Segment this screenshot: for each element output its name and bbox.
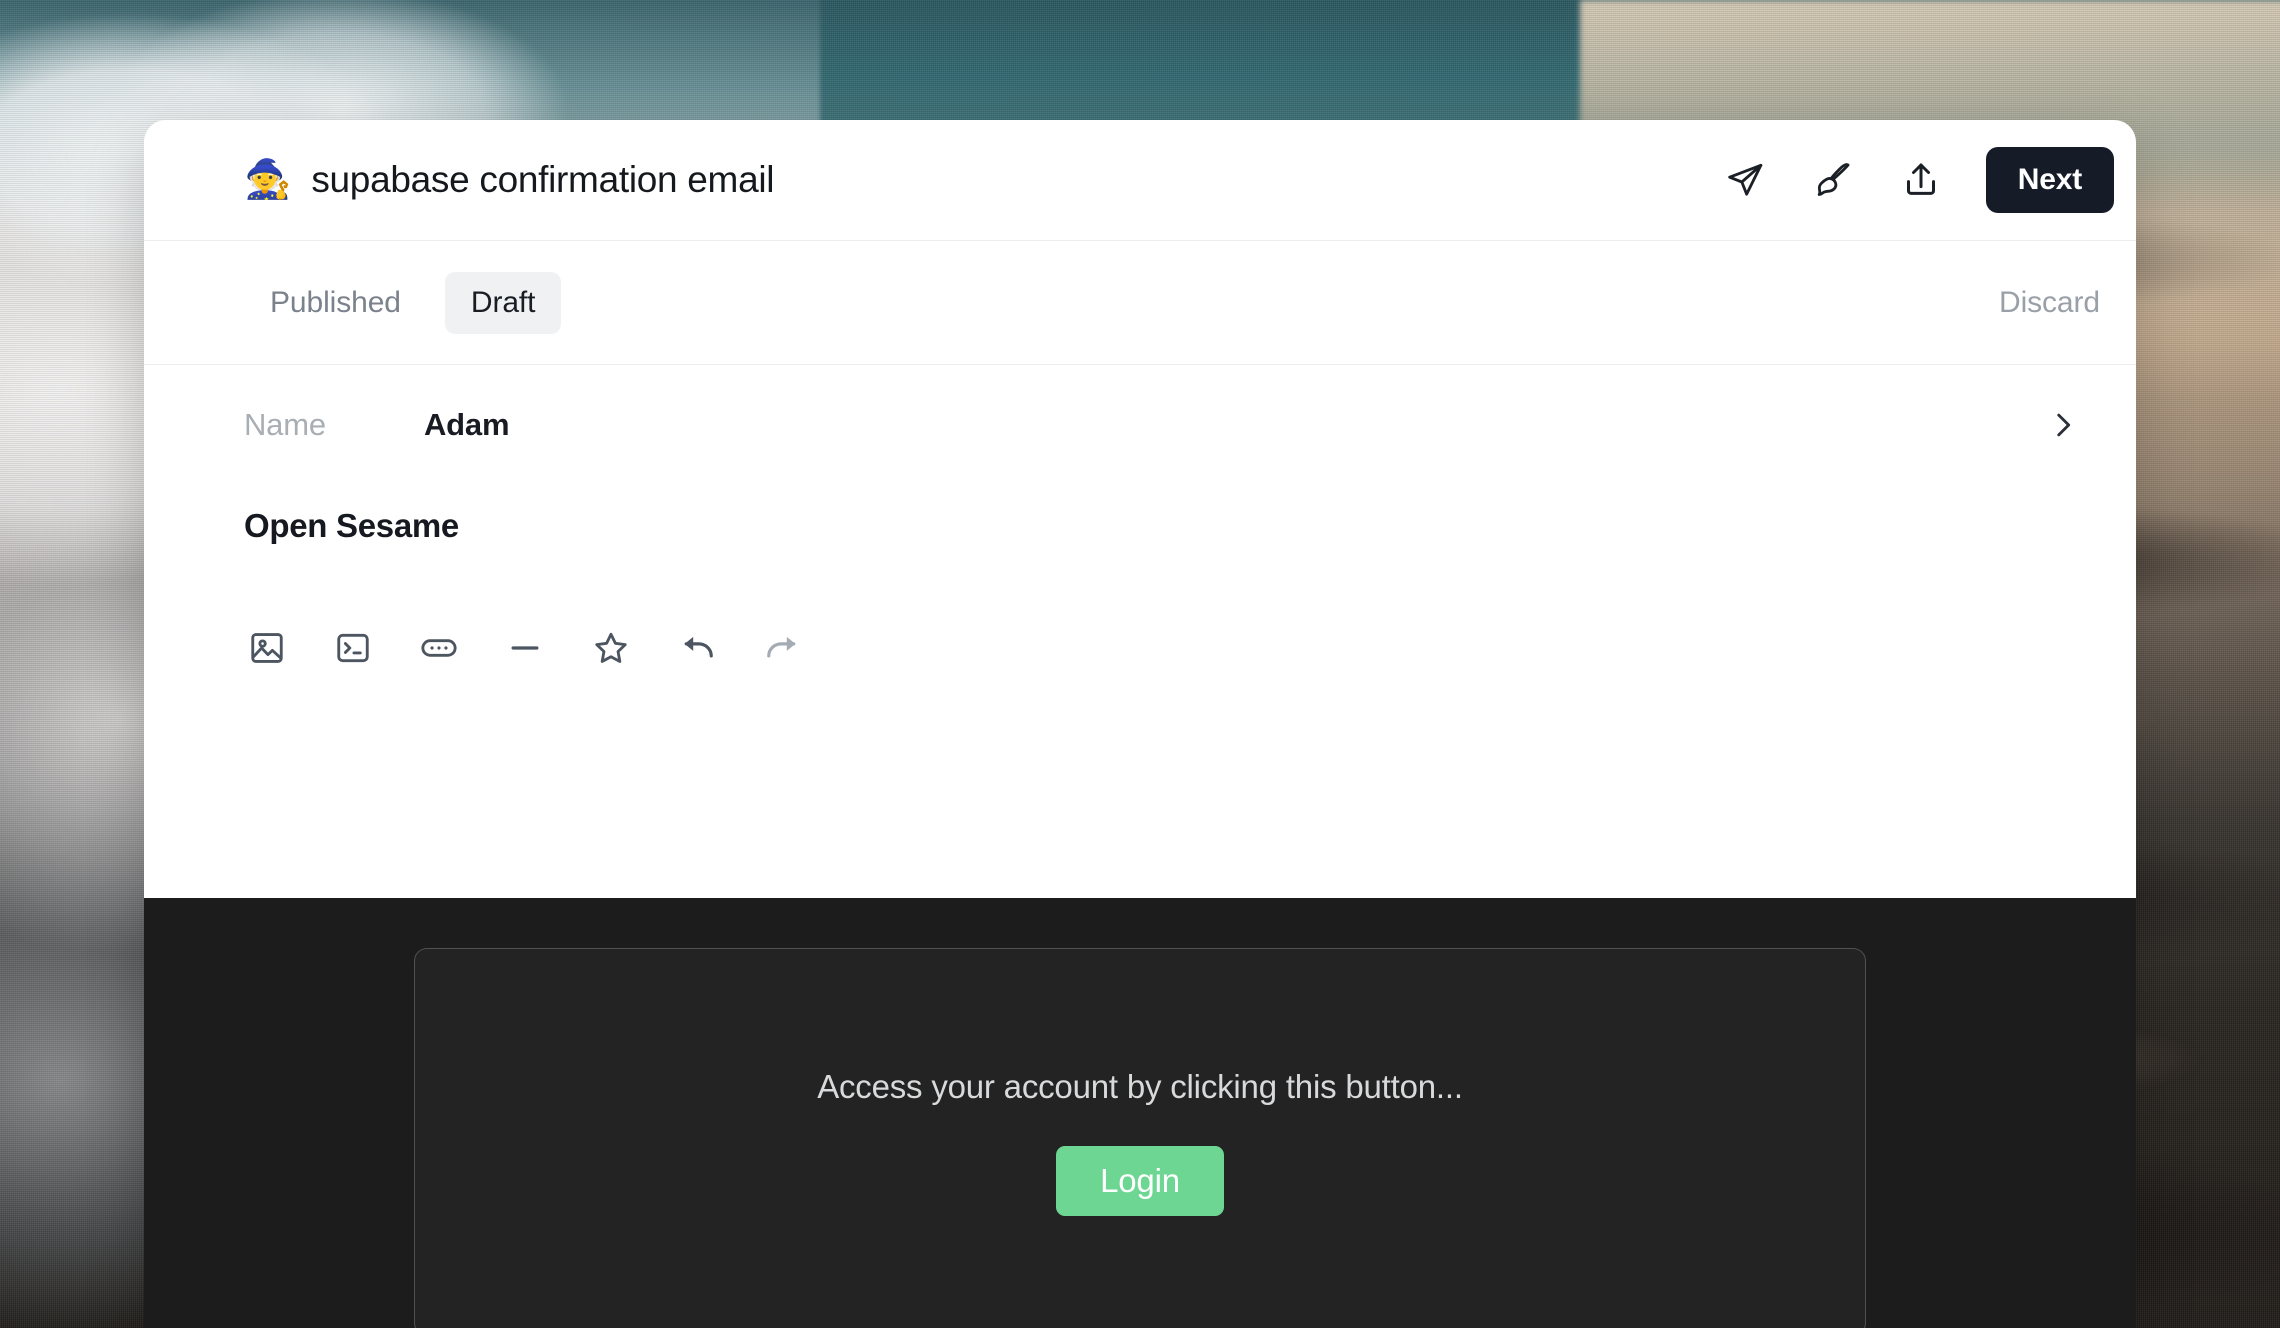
- login-button[interactable]: Login: [1056, 1146, 1224, 1216]
- editor-toolbar: [244, 625, 2114, 671]
- discard-button[interactable]: Discard: [1985, 280, 2114, 326]
- name-value[interactable]: Adam: [424, 407, 510, 443]
- divider-icon[interactable]: [502, 625, 548, 671]
- code-block-icon[interactable]: [330, 625, 376, 671]
- brush-icon[interactable]: [1810, 157, 1856, 203]
- header-actions: Next: [1722, 147, 2114, 213]
- editor-body: Name Adam Open Sesame: [144, 365, 2136, 898]
- image-icon[interactable]: [244, 625, 290, 671]
- editor-window: 🧙 supabase confirmation email Next Publi…: [144, 120, 2136, 1328]
- next-button[interactable]: Next: [1985, 147, 2114, 213]
- email-preview-panel: Access your account by clicking this but…: [144, 898, 2136, 1328]
- undo-icon[interactable]: [674, 625, 720, 671]
- window-header: 🧙 supabase confirmation email Next: [144, 120, 2136, 241]
- send-icon[interactable]: [1722, 157, 1768, 203]
- email-headline[interactable]: Open Sesame: [244, 507, 2114, 545]
- document-title-group[interactable]: 🧙 supabase confirmation email: [244, 159, 1722, 201]
- tab-published[interactable]: Published: [244, 272, 427, 334]
- tab-draft[interactable]: Draft: [444, 271, 562, 334]
- status-tabs-bar: Published Draft Discard: [144, 241, 2136, 365]
- status-tabs: Published Draft: [244, 271, 1985, 334]
- button-icon[interactable]: [416, 625, 462, 671]
- name-label: Name: [244, 407, 326, 442]
- page-title: supabase confirmation email: [311, 159, 775, 200]
- email-preview-card: Access your account by clicking this but…: [414, 948, 1866, 1328]
- redo-icon[interactable]: [760, 625, 806, 671]
- share-upload-icon[interactable]: [1898, 157, 1944, 203]
- wizard-emoji: 🧙: [244, 159, 292, 201]
- name-field-row[interactable]: Name Adam: [244, 365, 2114, 485]
- star-icon[interactable]: [588, 625, 634, 671]
- chevron-right-icon[interactable]: [2040, 402, 2086, 448]
- preview-body-text: Access your account by clicking this but…: [817, 1068, 1463, 1105]
